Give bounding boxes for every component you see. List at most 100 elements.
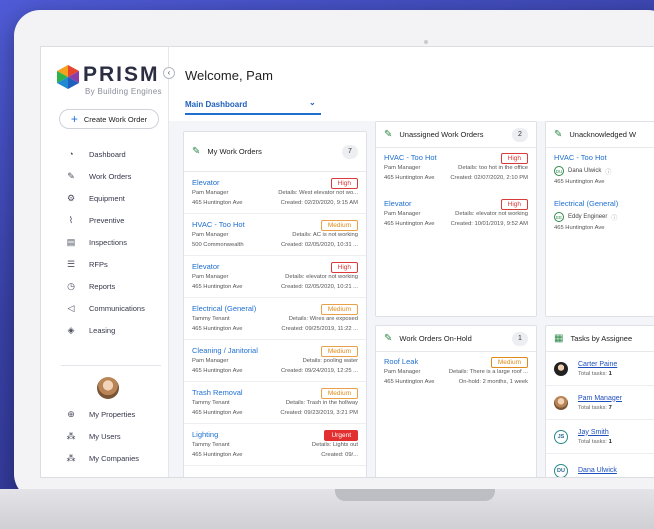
card-header: ▦ Tasks by Assignee	[546, 326, 654, 352]
priority-badge: High	[330, 178, 358, 189]
work-order-person: Tammy Tenant	[192, 442, 230, 448]
sidebar-item-label: Dashboard	[89, 149, 126, 159]
assignee-info: Carter Paine Total tasks: 1	[578, 361, 617, 377]
work-order-row: Tammy Tenant Details: Wires are exposed	[192, 315, 358, 323]
work-order-item[interactable]: Lighting Urgent Tammy Tenant Details: Light…	[184, 424, 366, 466]
work-order-row: 465 Huntington Ave Created: 10/01/2019, 9…	[384, 220, 528, 228]
sidebar-item-label: Leasing	[89, 325, 116, 335]
tab-main-dashboard[interactable]: Main Dashboard ⌄	[185, 98, 316, 109]
work-order-row: 500 Commonwealth Created: 02/05/2020, 10:…	[192, 241, 358, 249]
total-tasks: Total tasks: 1	[578, 371, 617, 377]
collapse-sidebar-button[interactable]: ‹	[163, 67, 175, 79]
assignee-item[interactable]: Carter Paine Total tasks: 1	[546, 352, 654, 386]
work-order-item[interactable]: Cleaning / Janitorial Medium Pam Manager De…	[184, 340, 366, 382]
preventive-icon: ⌇	[68, 214, 74, 225]
work-order-row: 465 Huntington Ave Created: 09/25/2019, 1…	[192, 325, 358, 333]
sidebar-item-label: Reports	[89, 281, 116, 291]
info-icon: ⓘ	[611, 215, 618, 222]
work-order-row: Pam Manager Details: pooling water	[192, 357, 358, 365]
sidebar-item-reports[interactable]: ◷ Reports	[65, 275, 145, 297]
assignee-name: Eddy Engineer	[568, 214, 608, 220]
work-order-details: Details: pooling water	[302, 358, 358, 364]
work-order-address: 500 Commonwealth	[192, 242, 244, 248]
work-order-item[interactable]: HVAC - Too Hot Medium Pam Manager Details: …	[184, 214, 366, 256]
sidebar-bottom-nav: ⊕ My Properties ⁂ My Users ⁂ My Companies	[65, 403, 140, 469]
count-badge: 2	[512, 127, 528, 142]
work-order-details: Details: AC is not working	[292, 232, 358, 238]
sidebar-item-leasing[interactable]: ◈ Leasing	[65, 319, 145, 341]
work-order-item[interactable]: HVAC - Too Hot High Pam Manager Details: to…	[376, 148, 536, 194]
app-screen: PRISM By Building Engines + Create Work …	[40, 46, 654, 478]
sidebar-item-rfps[interactable]: ☰ RFPs	[65, 253, 145, 275]
priority-badge: High	[500, 153, 528, 164]
laptop-notch	[335, 489, 495, 501]
work-order-list: Elevator High Pam Manager Details: West ele…	[184, 172, 366, 466]
work-order-address: 465 Huntington Ave	[192, 284, 243, 290]
work-order-item[interactable]: Elevator High Pam Manager Details: elevator…	[184, 256, 366, 298]
calendar-icon: ▦	[554, 333, 564, 344]
sidebar-item-equipment[interactable]: ⚙ Equipment	[65, 187, 145, 209]
assignee-info: Jay Smith Total tasks: 1	[578, 429, 612, 445]
work-order-created: Created: 02/05/2020, 10:21 ...	[280, 284, 358, 290]
unacknowledged-item[interactable]: HVAC - Too Hot DU Dana Ulwick ⓘ 465 Huntingt…	[546, 148, 654, 194]
sidebar-item-work-orders[interactable]: ✎ Work Orders	[65, 165, 145, 187]
info-icon: ⓘ	[605, 169, 612, 176]
sidebar-item-my-properties[interactable]: ⊕ My Properties	[65, 403, 139, 425]
list-icon: ☰	[66, 258, 76, 269]
camera-dot	[424, 40, 428, 44]
total-tasks-label: Total tasks:	[578, 370, 607, 377]
sidebar-item-label: My Users	[89, 431, 121, 441]
work-order-title[interactable]: Electrical (General)	[554, 199, 654, 208]
sidebar-item-communications[interactable]: ◁ Communications	[65, 297, 145, 319]
work-order-row: Pam Manager Details: There is a large roo…	[384, 368, 528, 376]
work-order-person: Pam Manager	[384, 165, 421, 171]
avatar	[554, 361, 568, 376]
sidebar: PRISM By Building Engines + Create Work …	[41, 47, 169, 477]
work-order-created: Created: 02/20/2020, 9:15 AM	[280, 200, 358, 206]
assignee-name-link[interactable]: Pam Manager	[578, 395, 622, 402]
tab-underline	[185, 113, 321, 115]
sidebar-item-dashboard[interactable]: ◔ Dashboard	[65, 143, 145, 165]
work-order-title[interactable]: HVAC - Too Hot	[554, 153, 654, 162]
avatar[interactable]	[97, 377, 119, 399]
work-order-item[interactable]: Elevator High Pam Manager Details: elevator…	[376, 194, 536, 240]
tab-label: Main Dashboard	[185, 100, 248, 109]
priority-badge: Medium	[320, 220, 358, 231]
sidebar-item-my-users[interactable]: ⁂ My Users	[65, 425, 139, 447]
assignee-item[interactable]: Pam Manager Total tasks: 7	[546, 386, 654, 420]
assignee-name-link[interactable]: Dana Ulwick	[578, 467, 617, 474]
work-order-address: 465 Huntington Ave	[554, 225, 605, 231]
work-order-item[interactable]: Trash Removal Medium Tammy Tenant Details: …	[184, 382, 366, 424]
total-tasks-label: Total tasks:	[578, 404, 607, 411]
work-order-item[interactable]: Elevator High Pam Manager Details: West ele…	[184, 172, 366, 214]
sidebar-item-label: My Companies	[89, 453, 140, 463]
assignee-item[interactable]: JS Jay Smith Total tasks: 1	[546, 420, 654, 454]
avatar: DU	[554, 166, 564, 176]
assignee-info: Dana Ulwick	[578, 467, 617, 474]
assignee-name: Dana Ulwick	[568, 168, 602, 174]
page-title: Welcome, Pam	[185, 68, 273, 83]
work-order-person: Pam Manager	[192, 274, 229, 280]
work-order-row: 465 Huntington Ave Created: 02/05/2020, 1…	[192, 283, 358, 291]
work-order-address: 465 Huntington Ave	[192, 410, 243, 416]
sidebar-item-my-companies[interactable]: ⁂ My Companies	[65, 447, 140, 469]
sidebar-item-inspections[interactable]: ▤ Inspections	[65, 231, 145, 253]
unacknowledged-item[interactable]: Electrical (General) EE Eddy Engineer ⓘ 465 …	[546, 194, 654, 240]
work-order-item[interactable]: Roof Leak Medium Pam Manager Details: There…	[376, 352, 536, 398]
sidebar-item-preventive[interactable]: ⌇ Preventive	[65, 209, 145, 231]
card-title: My Work Orders	[207, 147, 262, 156]
wrench-icon: ✎	[192, 146, 201, 157]
sidebar-item-label: Preventive	[89, 215, 125, 225]
card-title: Unassigned Work Orders	[399, 130, 484, 139]
card-header: ✎ Unassigned Work Orders 2	[376, 122, 536, 148]
work-order-item[interactable]: Electrical (General) Medium Tammy Tenant De…	[184, 298, 366, 340]
work-order-address: 465 Huntington Ave	[384, 221, 435, 227]
priority-badge: Medium	[320, 304, 358, 315]
assignee-name-link[interactable]: Jay Smith	[578, 429, 612, 436]
total-tasks-count: 1	[608, 438, 612, 445]
assignee-name-link[interactable]: Carter Paine	[578, 361, 617, 368]
assignee-item[interactable]: DU Dana Ulwick	[546, 454, 654, 477]
create-work-order-button[interactable]: + Create Work Order	[59, 109, 159, 129]
priority-badge: Medium	[490, 357, 528, 368]
sidebar-nav: ◔ Dashboard ✎ Work Orders ⚙ Equipment ⌇ Prev…	[65, 143, 145, 341]
